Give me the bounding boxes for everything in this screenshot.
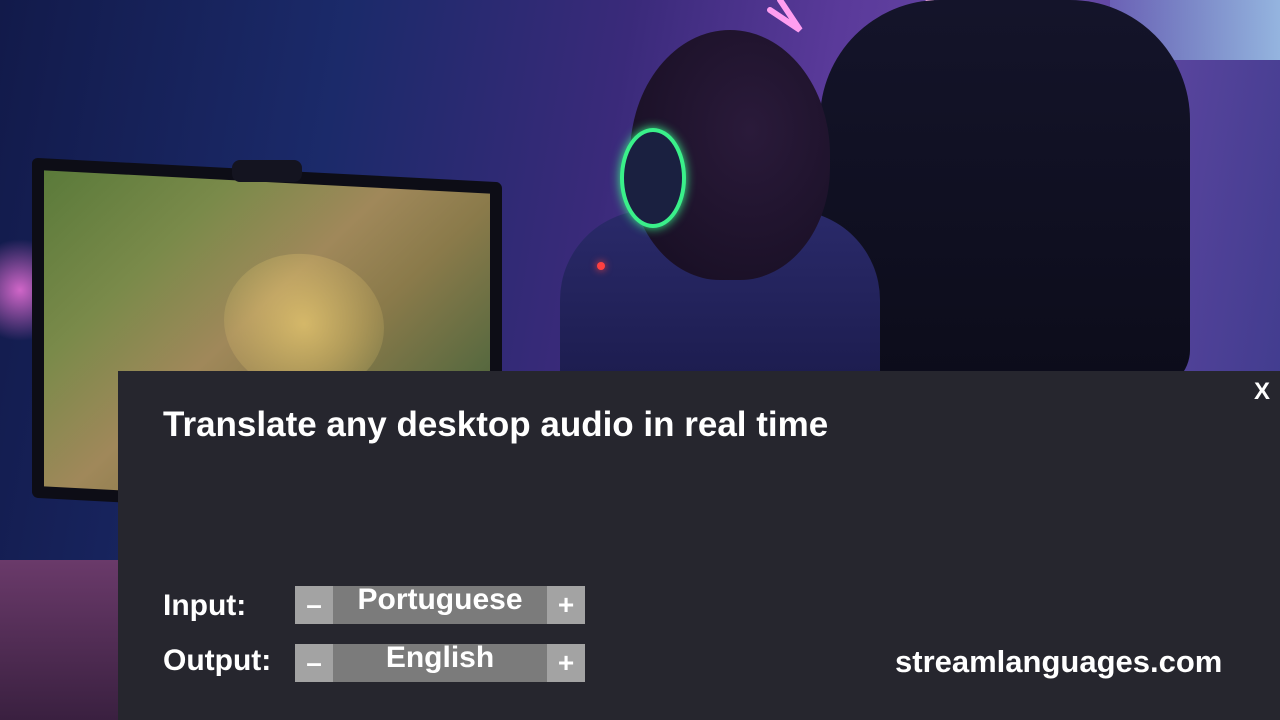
- output-language-stepper: – English +: [295, 641, 585, 682]
- input-language-stepper: – Portuguese +: [295, 583, 585, 624]
- close-icon[interactable]: X: [1254, 378, 1270, 406]
- panel-title: Translate any desktop audio in real time: [163, 405, 829, 444]
- output-language-label: Output:: [163, 644, 272, 677]
- input-increment-button[interactable]: +: [547, 586, 585, 624]
- input-decrement-button[interactable]: –: [295, 586, 333, 624]
- input-language-value: Portuguese: [357, 583, 523, 616]
- webcam: [232, 160, 302, 182]
- headset-earcup: [620, 128, 686, 228]
- website-url: streamlanguages.com: [895, 644, 1223, 679]
- mic-led: [597, 262, 605, 270]
- gamer-silhouette: [560, 30, 890, 410]
- output-language-value: English: [385, 641, 495, 674]
- output-increment-button[interactable]: +: [547, 644, 585, 682]
- input-language-label: Input:: [163, 589, 247, 622]
- output-decrement-button[interactable]: –: [295, 644, 333, 682]
